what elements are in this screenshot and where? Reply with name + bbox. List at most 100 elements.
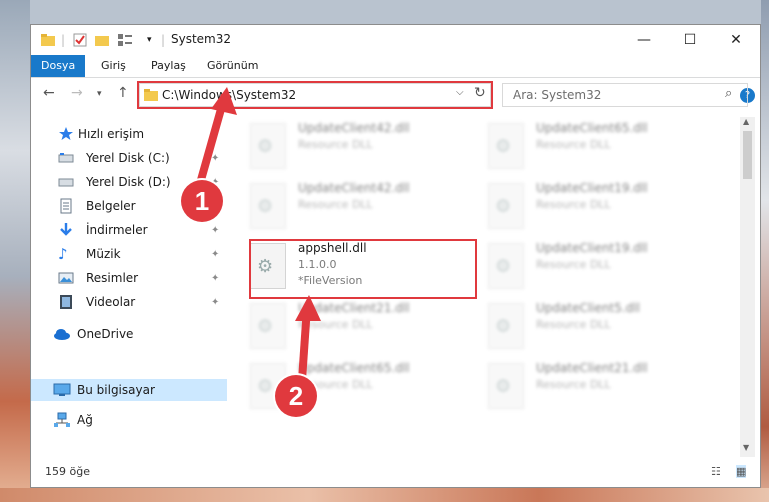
file-item[interactable]: UpdateClient65.dll Resource DLL [234,357,464,413]
desktop-wallpaper-right [761,0,769,502]
folder-icon [41,31,55,49]
scroll-up-icon[interactable]: ▲ [743,117,749,126]
scroll-down-icon[interactable]: ▼ [743,443,749,452]
tab-file[interactable]: Dosya [31,55,86,77]
sidebar-item-label: Yerel Disk (D:) [86,175,171,189]
sidebar-item-downloads[interactable]: İndirmeler ✦ [31,219,227,241]
up-icon[interactable]: ↑ [117,85,129,101]
vertical-scrollbar[interactable]: ▲ ▼ [740,117,755,457]
file-description: Resource DLL [536,378,611,391]
dll-file-icon [488,183,524,229]
file-item[interactable]: UpdateClient5.dll Resource DLL [472,297,702,353]
desktop-wallpaper-bottom [0,488,769,502]
sidebar-item-label: Bu bilgisayar [77,383,155,397]
file-item[interactable]: UpdateClient19.dll Resource DLL [472,177,702,233]
window-title: System32 [171,32,232,46]
sidebar-item-label: Belgeler [86,199,136,213]
sidebar-item-onedrive[interactable]: OneDrive [31,323,227,345]
details-view-icon[interactable]: ☷ [711,465,721,478]
customize-qat-icon[interactable]: ▾ [147,31,152,49]
sidebar-item-label: Resimler [86,271,139,285]
file-description: Resource DLL [536,198,611,211]
dll-file-icon [250,123,286,169]
recent-locations-icon[interactable]: ▾ [97,89,102,99]
file-description: Resource DLL [298,198,373,211]
cloud-icon [53,326,70,342]
file-description: Resource DLL [536,318,611,331]
sidebar-item-label: Ağ [77,413,93,427]
sidebar-item-label: İndirmeler [86,223,148,237]
drive-icon [58,150,74,166]
pin-icon: ✦ [211,248,220,260]
file-name: UpdateClient19.dll [536,181,648,195]
tab-view[interactable]: Görünüm [197,55,268,77]
file-name: UpdateClient21.dll [536,361,648,375]
arrow-1 [195,87,237,189]
file-item[interactable]: UpdateClient42.dll Resource DLL [234,117,464,173]
minimize-icon[interactable]: — [621,25,667,55]
dll-file-icon [488,363,524,409]
search-box[interactable]: Ara: System32 ⌕ [502,83,748,107]
item-count: 159 öğe [45,465,90,478]
sidebar-item-label: OneDrive [77,327,134,341]
file-item[interactable]: UpdateClient21.dll Resource DLL [234,297,464,353]
dll-file-icon [250,183,286,229]
file-name: UpdateClient5.dll [536,301,640,315]
search-placeholder: Ara: System32 [513,88,602,102]
file-description: Resource DLL [536,258,611,271]
music-icon: ♪ [58,245,68,263]
sidebar-item-label: Videolar [86,295,136,309]
qat-separator: | [61,33,66,47]
explorer-window: | ▾ | System32 — ☐ ✕ Dosya Giriş Paylaş … [30,24,761,488]
sidebar-item-network[interactable]: Ağ [31,409,227,431]
pictures-icon [58,270,74,286]
computer-icon [53,382,71,398]
file-item[interactable]: UpdateClient19.dll Resource DLL [472,237,702,293]
document-icon [58,198,74,214]
file-name: UpdateClient42.dll [298,181,410,195]
properties-icon[interactable] [73,31,87,49]
network-icon [53,412,70,428]
dll-file-icon [488,243,524,289]
download-icon [58,222,74,238]
scrollbar-thumb[interactable] [743,131,752,179]
star-icon [58,126,74,142]
sidebar-item-music[interactable]: ♪ Müzik ✦ [31,243,227,265]
step-badge-1: 1 [181,180,223,222]
dll-file-icon [488,303,524,349]
file-name: UpdateClient19.dll [536,241,648,255]
back-icon[interactable]: ← [43,85,55,101]
sidebar-item-label: Müzik [86,247,121,261]
forward-icon[interactable]: → [71,85,83,101]
close-icon[interactable]: ✕ [713,25,759,55]
sidebar-item-label: Hızlı erişim [78,127,145,141]
dll-file-icon [488,123,524,169]
sidebar-item-videos[interactable]: Videolar ✦ [31,291,227,313]
tiles-view-icon[interactable]: ▦ [736,465,747,478]
new-folder-icon[interactable] [95,31,109,49]
file-description: Resource DLL [298,138,373,151]
file-name: UpdateClient65.dll [536,121,648,135]
desktop-wallpaper-left [0,0,30,502]
maximize-icon[interactable]: ☐ [667,25,713,55]
file-description: Resource DLL [536,138,611,151]
file-item[interactable]: UpdateClient21.dll Resource DLL [472,357,702,413]
pin-icon: ✦ [211,272,220,284]
file-item[interactable]: UpdateClient65.dll Resource DLL [472,117,702,173]
file-item[interactable]: UpdateClient42.dll Resource DLL [234,177,464,233]
tab-share[interactable]: Paylaş [141,55,196,77]
sidebar-item-label: Yerel Disk (C:) [86,151,170,165]
sidebar-item-this-pc[interactable]: Bu bilgisayar [31,379,227,401]
view-menu-icon[interactable] [117,31,133,49]
step-badge-2: 2 [275,375,317,417]
search-icon: ⌕ [725,86,733,101]
dll-file-icon [250,303,286,349]
tab-home[interactable]: Giriş [91,55,136,77]
sidebar-item-pictures[interactable]: Resimler ✦ [31,267,227,289]
file-highlight-box [249,239,477,299]
pin-icon: ✦ [211,224,220,236]
file-name: UpdateClient42.dll [298,121,410,135]
drive-icon [58,174,74,190]
pin-icon: ✦ [211,296,220,308]
video-icon [58,294,74,310]
